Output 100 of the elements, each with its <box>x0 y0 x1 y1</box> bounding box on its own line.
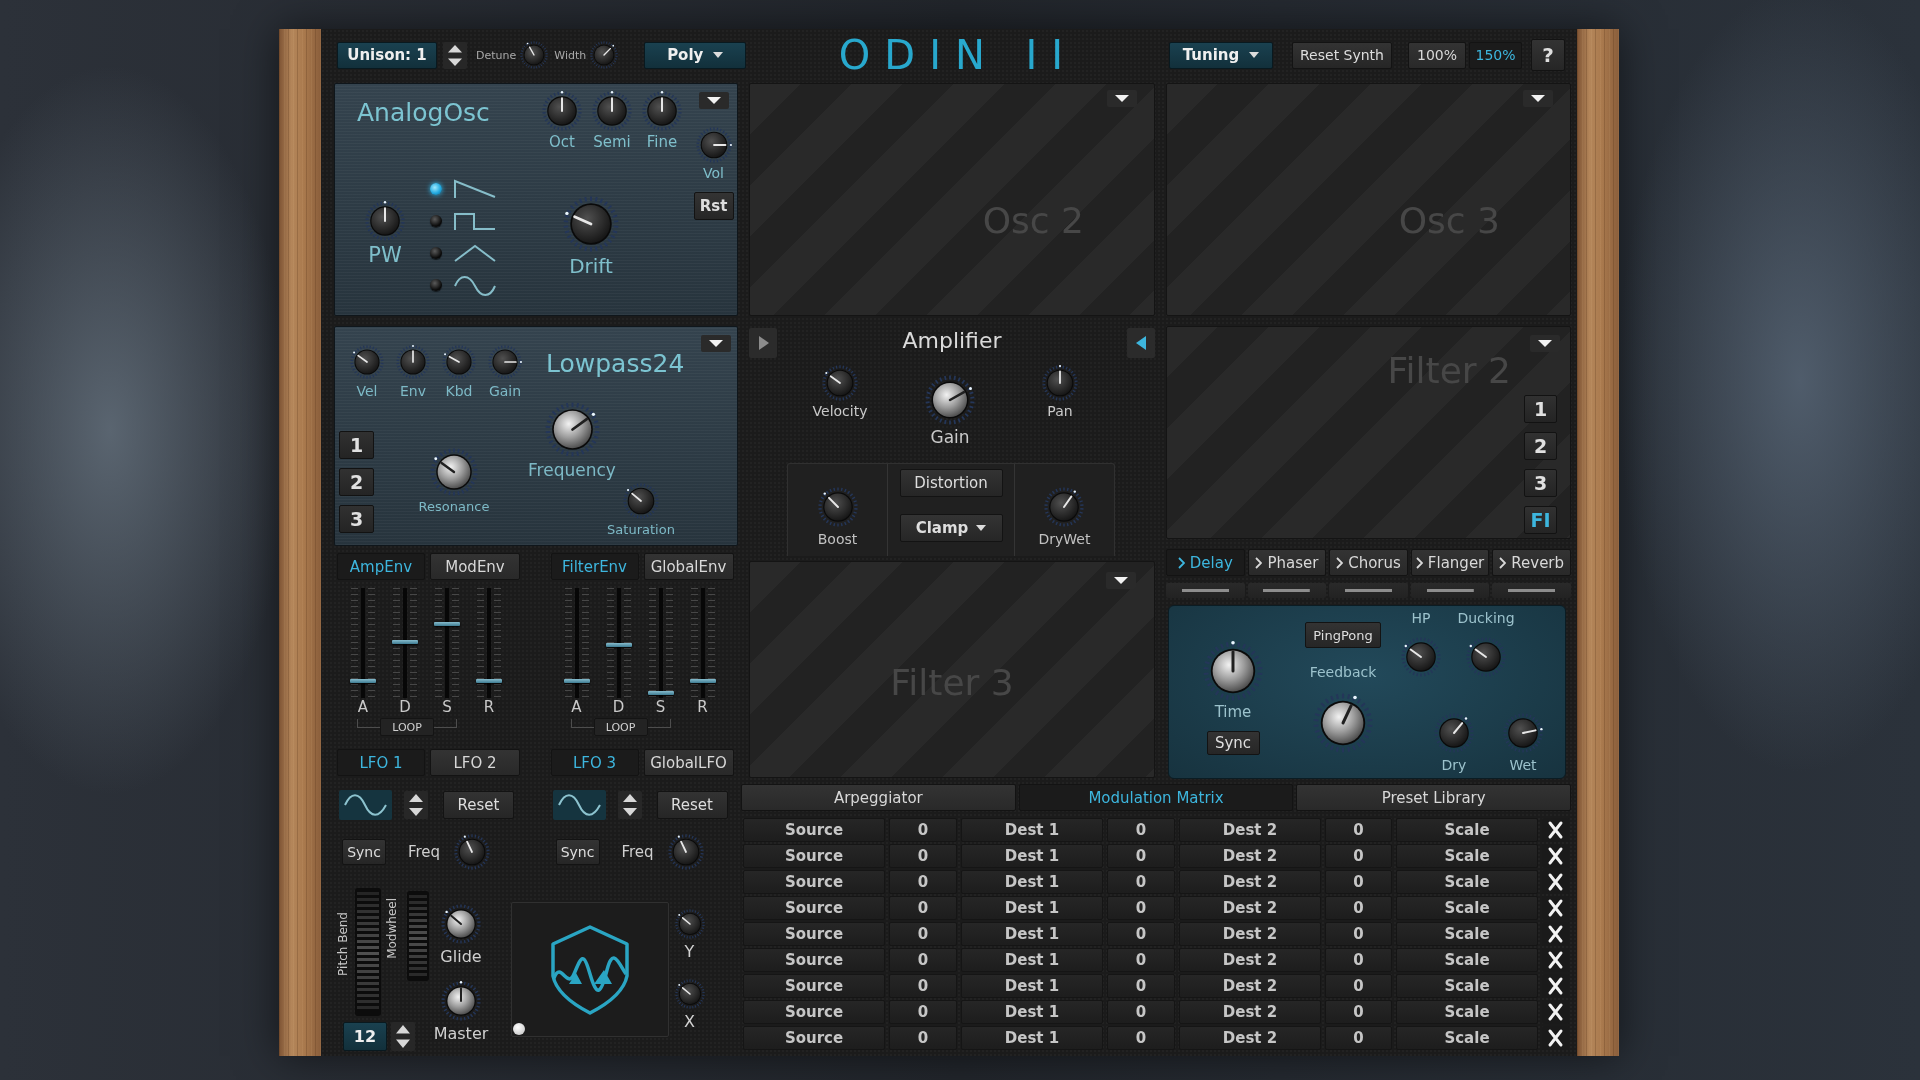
knob[interactable] <box>925 375 975 425</box>
slider-handle[interactable] <box>392 639 418 644</box>
amount-field[interactable]: 0 <box>1107 844 1175 868</box>
sync-button[interactable]: Sync <box>1206 731 1260 755</box>
amount-field[interactable]: 0 <box>1107 1026 1175 1050</box>
lfo-tab[interactable]: LFO 2 <box>430 749 520 776</box>
pitch-range-field[interactable]: 12 <box>343 1022 387 1051</box>
drag-handle[interactable] <box>1492 583 1571 598</box>
tuning-dropdown[interactable]: Tuning <box>1169 41 1273 69</box>
destination-selector[interactable]: Dest 2 <box>1179 948 1321 972</box>
amount-field[interactable]: 0 <box>1107 974 1175 998</box>
close-icon[interactable] <box>1542 948 1569 972</box>
close-icon[interactable] <box>1542 870 1569 894</box>
destination-selector[interactable]: Dest 2 <box>1179 818 1321 842</box>
slider-handle[interactable] <box>605 643 632 648</box>
knob[interactable] <box>563 196 619 252</box>
scale-selector[interactable]: Scale <box>1396 896 1538 920</box>
knob[interactable] <box>454 834 491 870</box>
zoom-option[interactable]: 100% <box>1408 41 1466 69</box>
envelope-tab[interactable]: AmpEnv <box>337 553 425 580</box>
amount-field[interactable]: 0 <box>889 870 957 894</box>
amount-field[interactable]: 0 <box>889 818 957 842</box>
filter-route-button[interactable]: 2 <box>1524 432 1557 460</box>
destination-selector[interactable]: Dest 2 <box>1179 870 1321 894</box>
effect-tab[interactable]: Reverb <box>1492 549 1571 576</box>
knob[interactable] <box>396 345 430 379</box>
scale-selector[interactable]: Scale <box>1396 1026 1538 1050</box>
close-icon[interactable] <box>1542 844 1569 868</box>
slider-handle[interactable] <box>434 621 460 626</box>
dropdown-caret-icon[interactable] <box>1530 335 1560 352</box>
dropdown-caret-icon[interactable] <box>1107 90 1137 107</box>
filter-route-button[interactable]: 2 <box>339 467 374 496</box>
effect-tab[interactable]: Delay <box>1166 549 1245 576</box>
amount-field[interactable]: 0 <box>1325 870 1392 894</box>
dropdown-caret-icon[interactable] <box>698 92 729 109</box>
filter-route-button[interactable]: FI <box>1524 506 1557 534</box>
amount-field[interactable]: 0 <box>889 844 957 868</box>
sine-wave-icon[interactable] <box>339 790 392 820</box>
amount-field[interactable]: 0 <box>889 896 957 920</box>
destination-selector[interactable]: Dest 1 <box>961 1026 1103 1050</box>
amount-field[interactable]: 0 <box>1325 922 1392 946</box>
destination-selector[interactable]: Dest 2 <box>1179 1026 1321 1050</box>
slider-track[interactable] <box>348 588 378 698</box>
drag-handle[interactable] <box>1410 583 1490 598</box>
knob[interactable] <box>441 981 481 1022</box>
amount-field[interactable]: 0 <box>1107 870 1175 894</box>
slider-track[interactable] <box>474 588 504 698</box>
xy-pad-handle[interactable] <box>513 1023 525 1035</box>
loop-button[interactable]: LOOP <box>380 718 434 736</box>
amount-field[interactable]: 0 <box>1325 844 1392 868</box>
amount-field[interactable]: 0 <box>1107 818 1175 842</box>
knob[interactable] <box>430 447 478 496</box>
drag-handle[interactable] <box>1166 583 1245 598</box>
destination-selector[interactable]: Dest 2 <box>1179 1000 1321 1024</box>
source-selector[interactable]: Source <box>743 974 885 998</box>
amount-field[interactable]: 0 <box>889 948 957 972</box>
destination-selector[interactable]: Dest 1 <box>961 1000 1103 1024</box>
lfo-tab[interactable]: LFO 1 <box>337 749 425 776</box>
destination-selector[interactable]: Dest 2 <box>1179 844 1321 868</box>
stepper-icon[interactable] <box>443 41 467 69</box>
destination-selector[interactable]: Dest 1 <box>961 870 1103 894</box>
slider-track[interactable] <box>432 588 462 698</box>
lfo-tab[interactable]: GlobalLFO <box>643 749 734 776</box>
section-tab[interactable]: Preset Library <box>1296 784 1571 811</box>
close-icon[interactable] <box>1542 818 1569 842</box>
slider-handle[interactable] <box>563 679 590 684</box>
loop-button[interactable]: LOOP <box>593 718 648 736</box>
amount-field[interactable]: 0 <box>1107 1000 1175 1024</box>
dropdown-caret-icon[interactable] <box>701 335 731 352</box>
effect-tab[interactable]: Flanger <box>1410 549 1490 576</box>
knob[interactable] <box>441 904 481 944</box>
radio-button[interactable] <box>430 183 442 195</box>
knob[interactable] <box>667 834 704 870</box>
knob[interactable] <box>1042 365 1078 401</box>
knob[interactable] <box>674 909 705 939</box>
close-icon[interactable] <box>1542 922 1569 946</box>
help-button[interactable]: ? <box>1531 39 1565 71</box>
drag-handle[interactable] <box>1329 583 1408 598</box>
dropdown-caret-icon[interactable] <box>1523 90 1553 107</box>
envelope-tab[interactable]: FilterEnv <box>550 553 639 580</box>
source-selector[interactable]: Source <box>743 1026 885 1050</box>
knob[interactable] <box>1313 693 1373 753</box>
scale-selector[interactable]: Scale <box>1396 844 1538 868</box>
stepper-icon[interactable] <box>391 1022 415 1051</box>
scale-selector[interactable]: Scale <box>1396 948 1538 972</box>
knob[interactable] <box>488 345 522 379</box>
filter-route-button[interactable]: 3 <box>1524 469 1557 497</box>
scale-selector[interactable]: Scale <box>1396 870 1538 894</box>
destination-selector[interactable]: Dest 1 <box>961 896 1103 920</box>
stepper-icon[interactable] <box>404 791 428 819</box>
amount-field[interactable]: 0 <box>1325 896 1392 920</box>
amount-field[interactable]: 0 <box>889 922 957 946</box>
knob[interactable] <box>1434 712 1474 753</box>
destination-selector[interactable]: Dest 1 <box>961 922 1103 946</box>
pingpong-button[interactable]: PingPong <box>1305 622 1381 648</box>
scale-selector[interactable]: Scale <box>1396 1000 1538 1024</box>
zoom-option[interactable]: 150% <box>1469 41 1522 69</box>
amount-field[interactable]: 0 <box>889 974 957 998</box>
section-tab[interactable]: Modulation Matrix <box>1018 784 1294 811</box>
slider-track[interactable] <box>645 588 676 698</box>
